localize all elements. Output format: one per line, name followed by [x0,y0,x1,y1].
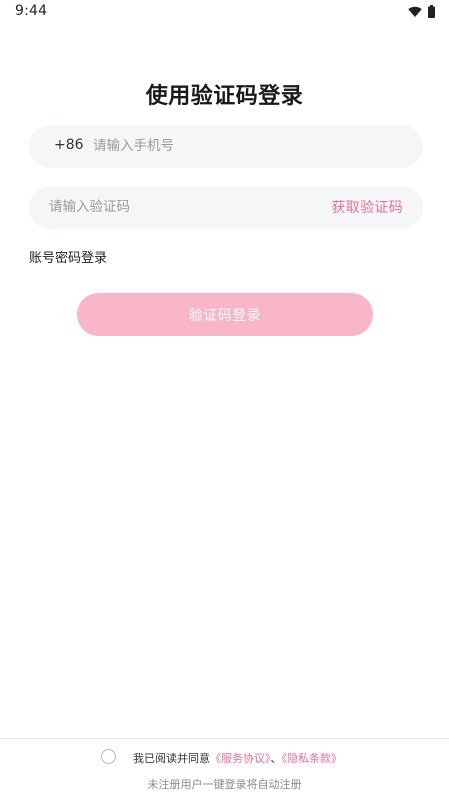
verification-code-input[interactable] [49,195,309,219]
country-code[interactable]: +86 [54,137,84,153]
status-bar: 9:44 [0,0,449,24]
agreement-text: 我已阅读并同意《服务协议》、《隐私条款》 [133,750,342,766]
phone-field[interactable]: +86 [29,125,423,168]
get-code-button[interactable]: 获取验证码 [332,197,404,217]
verification-code-field[interactable]: 获取验证码 [29,186,423,229]
agreement-separator: 、 [270,752,282,765]
password-login-link[interactable]: 账号密码登录 [29,247,107,266]
privacy-policy-link[interactable]: 《隐私条款》 [282,752,343,765]
divider [0,738,449,739]
agreement-prefix: 我已阅读并同意 [133,752,210,765]
agreement-row: 我已阅读并同意《服务协议》、《隐私条款》 [0,749,449,767]
register-note: 未注册用户一键登录将自动注册 [147,778,302,791]
login-screen: 9:44 使用验证码登录 +86 获取验证码 账号密码登录 验证码登录 [0,0,449,800]
phone-input[interactable] [93,134,393,158]
service-agreement-link[interactable]: 《服务协议》 [210,752,271,765]
code-login-button[interactable]: 验证码登录 [77,293,373,336]
battery-icon [428,5,435,18]
status-time: 9:44 [15,3,48,19]
page-title: 使用验证码登录 [145,84,304,109]
agree-checkbox[interactable] [101,749,116,764]
status-icons [408,5,435,18]
wifi-icon [408,6,422,18]
